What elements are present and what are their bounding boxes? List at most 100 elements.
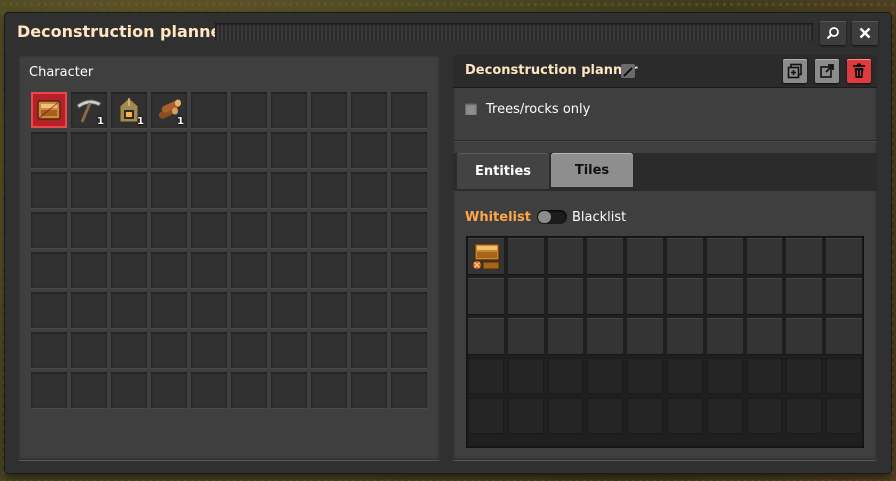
inventory-slot[interactable] [111,172,147,208]
inventory-slot[interactable] [231,372,267,408]
inventory-slot[interactable] [391,172,427,208]
inventory-slot[interactable] [391,372,427,408]
inventory-slot[interactable] [231,292,267,328]
filter-slot[interactable] [746,318,783,354]
filter-slot[interactable] [547,318,584,354]
inventory-slot[interactable] [71,372,107,408]
inventory-slot[interactable] [351,372,387,408]
filter-slot[interactable] [627,398,663,434]
filter-slot[interactable] [627,318,663,354]
inventory-slot[interactable] [31,212,67,248]
inventory-slot[interactable] [31,292,67,328]
filter-slot[interactable] [587,238,624,274]
inventory-slot[interactable] [71,212,107,248]
filter-slot[interactable] [666,358,703,394]
inventory-slot[interactable] [311,172,347,208]
filter-slot[interactable] [786,238,823,274]
filter-slot[interactable] [746,358,783,394]
inventory-slot[interactable] [191,332,227,368]
inventory-slot[interactable] [271,92,307,128]
filter-slot[interactable] [547,278,584,314]
rename-button[interactable] [621,64,635,78]
filter-slot[interactable] [587,358,624,394]
inventory-slot[interactable] [151,252,187,288]
inventory-slot[interactable] [71,172,107,208]
inventory-slot[interactable] [111,292,147,328]
inventory-slot[interactable] [391,252,427,288]
drag-handle[interactable] [215,23,813,41]
filter-slot[interactable] [826,398,862,434]
inventory-slot[interactable] [71,132,107,168]
filter-slot[interactable] [627,278,663,314]
inventory-slot[interactable] [191,92,227,128]
inventory-slot[interactable] [31,132,67,168]
inventory-slot[interactable] [111,332,147,368]
inventory-slot[interactable] [191,292,227,328]
inventory-slot[interactable] [191,372,227,408]
inventory-slot[interactable] [31,372,67,408]
filter-slot[interactable] [706,238,743,274]
inventory-slot[interactable] [271,292,307,328]
inventory-slot[interactable] [231,172,267,208]
inventory-slot[interactable] [151,132,187,168]
inventory-slot[interactable]: 1 [151,92,187,128]
inventory-slot[interactable] [311,92,347,128]
inventory-slot[interactable] [231,92,267,128]
inventory-slot[interactable] [311,252,347,288]
inventory-slot[interactable] [151,372,187,408]
filter-slot[interactable] [826,278,862,314]
trees-rocks-only-row[interactable]: Trees/rocks only [465,101,590,117]
export-button[interactable] [815,59,839,83]
filter-slot[interactable] [507,278,544,314]
filter-slot[interactable] [826,238,862,274]
search-button[interactable] [820,21,846,45]
inventory-slot[interactable] [231,212,267,248]
filter-slot[interactable] [507,318,544,354]
inventory-slot[interactable] [111,252,147,288]
filter-slot[interactable] [666,318,703,354]
filter-slot[interactable] [507,358,544,394]
filter-slot[interactable] [826,358,862,394]
inventory-slot[interactable] [151,212,187,248]
inventory-slot[interactable] [391,332,427,368]
inventory-slot[interactable] [271,252,307,288]
filter-slot[interactable] [786,318,823,354]
filter-slot[interactable] [547,238,584,274]
inventory-slot[interactable] [151,172,187,208]
filter-slot[interactable] [746,278,783,314]
delete-button[interactable] [847,59,871,83]
inventory-slot[interactable] [191,132,227,168]
filter-slot[interactable] [507,398,544,434]
tab-tiles[interactable]: Tiles [551,153,633,187]
filter-slot[interactable] [627,358,663,394]
inventory-slot[interactable] [231,332,267,368]
filter-slot[interactable] [666,238,703,274]
filter-slot[interactable] [468,358,504,394]
inventory-slot[interactable] [311,372,347,408]
filter-slot[interactable] [706,358,743,394]
filter-slot[interactable] [786,278,823,314]
whitelist-blacklist-toggle[interactable] [536,210,567,224]
inventory-slot[interactable] [271,132,307,168]
inventory-slot[interactable] [111,372,147,408]
inventory-slot[interactable] [231,132,267,168]
filter-slot[interactable] [786,398,823,434]
filter-slot[interactable] [706,278,743,314]
inventory-slot[interactable] [111,212,147,248]
inventory-slot[interactable] [231,252,267,288]
inventory-slot[interactable] [391,92,427,128]
inventory-slot[interactable] [191,252,227,288]
inventory-slot[interactable] [351,92,387,128]
filter-slot[interactable] [627,238,663,274]
filter-slot[interactable] [468,318,504,354]
filter-slot[interactable] [587,398,624,434]
filter-slot[interactable] [786,358,823,394]
inventory-slot[interactable] [271,372,307,408]
inventory-slot[interactable] [31,252,67,288]
filter-slot[interactable] [587,278,624,314]
inventory-slot[interactable] [31,172,67,208]
inventory-slot[interactable] [311,332,347,368]
filter-slot[interactable] [746,238,783,274]
filter-slot[interactable] [468,278,504,314]
inventory-slot[interactable] [31,332,67,368]
